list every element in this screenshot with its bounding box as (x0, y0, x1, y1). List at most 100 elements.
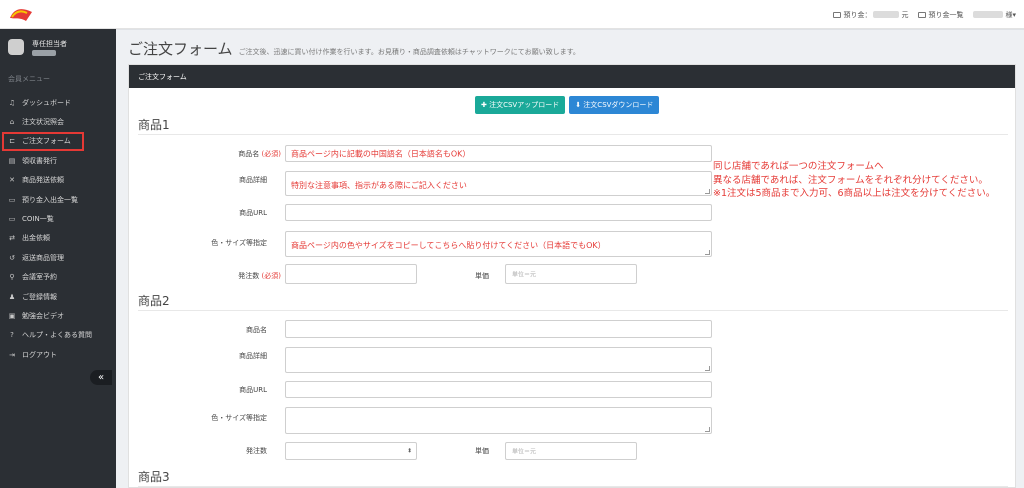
product-1-price-label: 単価 (475, 272, 489, 280)
note-line-1: 同じ店舗であれば一つの注文フォームへ (713, 161, 884, 172)
sidebar-item-label: ご注文フォーム (22, 137, 71, 146)
product-1-title: 商品1 (138, 118, 170, 132)
sidebar-item-label: 領収書発行 (22, 156, 57, 165)
sidebar-item-returns[interactable]: ↺ 返送商品管理 (0, 248, 116, 267)
product-2-price-label: 単価 (475, 447, 489, 455)
profile-blurred-name (32, 50, 56, 56)
help-icon: ? (10, 331, 14, 340)
product-2-price-input[interactable]: 単位＝元 (505, 442, 637, 460)
sidebar-item-registration[interactable]: ♟ ご登録情報 (0, 287, 116, 306)
product-1-color-label: 色・サイズ等指定 (211, 239, 267, 247)
sidebar-item-deposit-list[interactable]: ▭ 預り金入出金一覧 (0, 190, 116, 209)
page-title: ご注文フォーム (128, 40, 233, 58)
logo-icon[interactable] (8, 6, 34, 23)
name-placeholder: 商品ページ内に記載の中国語名（日本語名もOK） (291, 149, 471, 158)
bell-icon: ♫ (8, 98, 16, 107)
sidebar-item-label: 勉強会ビデオ (22, 311, 64, 320)
balance-label: 預り金： (843, 10, 872, 19)
product-2-color-label: 色・サイズ等指定 (211, 414, 267, 422)
product-2-url-input[interactable] (285, 381, 712, 398)
detail-placeholder: 特別な注意事項、指示がある際にご記入ください (291, 181, 467, 190)
product-2-detail-textarea[interactable] (285, 347, 712, 373)
sidebar-item-withdrawal[interactable]: ⇄ 出金依頼 (0, 229, 116, 248)
product-2-name-input[interactable] (285, 320, 712, 338)
sidebar-item-order-status[interactable]: ⌂ 注文状況照会 (0, 112, 116, 131)
wallet-icon (833, 11, 842, 18)
sidebar-item-meeting-room[interactable]: ⚲ 会議室予約 (0, 268, 116, 287)
sidebar-heading: 会員メニュー (8, 75, 50, 83)
money-icon: ▭ (8, 195, 16, 204)
csv-download-button[interactable]: ⬇ 注文CSVダウンロード (569, 96, 660, 114)
product-1-name-input[interactable]: 商品ページ内に記載の中国語名（日本語名もOK） (285, 145, 712, 162)
resize-grip-icon[interactable] (705, 427, 710, 432)
transfer-icon: ⇄ (9, 234, 15, 243)
balance-value-blurred (873, 11, 900, 18)
order-instruction-note: 同じ店舗であれば一つの注文フォームへ 異なる店舗であれば、注文フォームをそれぞれ… (713, 160, 995, 201)
sidebar-item-label: 預り金入出金一覧 (22, 195, 78, 204)
sidebar-item-order-form[interactable]: ⊏ ご注文フォーム (2, 131, 84, 152)
sidebar-item-label: 出金依頼 (22, 234, 50, 243)
logout-icon: ⇥ (9, 350, 15, 359)
sidebar-collapse-button[interactable]: « (90, 370, 112, 385)
sidebar-item-label: 商品発送依頼 (22, 176, 64, 185)
sidebar-item-label: ログアウト (22, 350, 57, 359)
resize-grip-icon[interactable] (705, 189, 710, 194)
product-2-qty-label: 発注数 (246, 447, 267, 455)
deposit-list-link[interactable]: 預り金一覧 (918, 10, 963, 20)
csv-upload-button[interactable]: ✚ 注文CSVアップロード (475, 96, 566, 114)
coin-icon: ▭ (8, 215, 16, 224)
profile: 専任担当者 (0, 29, 116, 66)
sidebar-item-coin-list[interactable]: ▭ COIN一覧 (0, 209, 116, 228)
product-1-detail-textarea[interactable]: 特別な注意事項、指示がある際にご記入ください (285, 171, 712, 196)
sidebar-item-receipt[interactable]: ▤ 領収書発行 (0, 151, 116, 170)
sidebar-item-video[interactable]: ▣ 勉強会ビデオ (0, 306, 116, 325)
balance-display[interactable]: 預り金： 元 (833, 10, 908, 20)
price-placeholder: 単位＝元 (512, 448, 537, 456)
key-icon: ⚲ (9, 273, 15, 282)
product-2-url-label: 商品URL (239, 386, 267, 394)
sidebar-item-shipping-request[interactable]: ✕ 商品発送依頼 (0, 171, 116, 190)
product-1-url-input[interactable] (285, 204, 712, 221)
qty-label-text: 発注数 (238, 272, 260, 280)
header-divider (116, 29, 1024, 30)
sidebar-menu: ♫ ダッシュボード ⌂ 注文状況照会 ⊏ ご注文フォーム ▤ 領収書発行 ✕ 商品発送依頼… (0, 93, 116, 364)
resize-grip-icon[interactable] (705, 366, 710, 371)
order-form-panel: ご注文フォーム ✚ 注文CSVアップロード ⬇ 注文CSVダウンロード 商品1 … (128, 64, 1016, 488)
product-3-divider (138, 486, 1008, 487)
list-icon (918, 11, 927, 18)
price-placeholder: 単位＝元 (512, 271, 537, 279)
sidebar-item-label: ご登録情報 (22, 292, 57, 301)
top-right-area: 預り金： 元 預り金一覧 様▾ (833, 0, 1016, 29)
user-icon: ♟ (8, 292, 16, 301)
name-label-text: 商品名 (238, 150, 260, 158)
bank-icon: ⌂ (9, 118, 15, 127)
balance-unit: 元 (901, 10, 909, 19)
user-menu[interactable]: 様▾ (973, 10, 1016, 20)
color-placeholder: 商品ページ内の色やサイズをコピーしてこちらへ貼り付けてください（日本語でもOK） (291, 241, 606, 250)
sidebar-item-label: 返送商品管理 (22, 253, 64, 262)
product-2-name-label: 商品名 (246, 326, 267, 334)
panel-heading: ご注文フォーム (129, 65, 1015, 88)
tools-icon: ✕ (9, 176, 15, 185)
sidebar-item-dashboard[interactable]: ♫ ダッシュボード (0, 93, 116, 112)
document-icon: ▤ (8, 156, 16, 165)
sidebar-item-logout[interactable]: ⇥ ログアウト (0, 345, 116, 364)
sidebar-item-label: 注文状況照会 (22, 118, 64, 127)
film-icon: ▣ (8, 311, 16, 320)
product-3-title: 商品3 (138, 470, 170, 484)
product-1-name-label: 商品名 (必須) (161, 149, 281, 159)
product-1-color-textarea[interactable]: 商品ページ内の色やサイズをコピーしてこちらへ貼り付けてください（日本語でもOK） (285, 231, 712, 257)
product-2-color-textarea[interactable] (285, 407, 712, 434)
product-2-title: 商品2 (138, 294, 170, 308)
required-marker: (必須) (261, 272, 281, 280)
sidebar-item-label: COIN一覧 (22, 215, 54, 224)
page-subtitle: ご注文後、迅速に買い付け作業を行います。お見積り・商品調査依頼はチャットワークに… (238, 48, 580, 56)
product-1-qty-label: 発注数 (必須) (161, 271, 281, 281)
avatar (8, 39, 24, 55)
page-header: ご注文フォーム ご注文後、迅速に買い付け作業を行います。お見積り・商品調査依頼は… (128, 38, 580, 59)
sidebar-item-label: 会議室予約 (22, 273, 57, 282)
sidebar-item-help[interactable]: ? ヘルプ・よくある質問 (0, 326, 116, 345)
note-line-2: 異なる店舗であれば、注文フォームをそれぞれ分けてください。 (713, 174, 988, 186)
product-1-price-input[interactable]: 単位＝元 (505, 264, 637, 284)
resize-grip-icon[interactable] (705, 250, 710, 255)
